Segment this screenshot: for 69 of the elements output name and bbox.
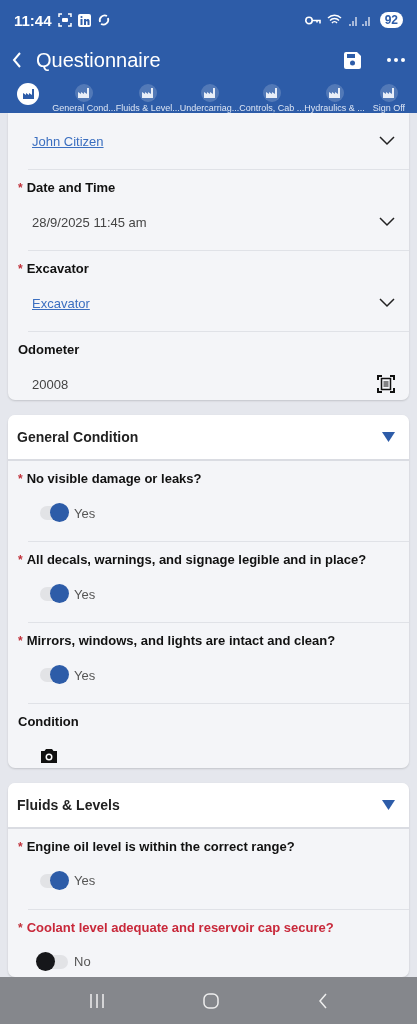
value-link[interactable]: Excavator [32,295,90,311]
required-mark: * [18,634,23,649]
step-tab[interactable] [325,84,344,102]
factory-icon [329,88,341,98]
answer-text: Yes [74,873,96,889]
back-icon[interactable] [317,992,328,1009]
required-mark: * [18,262,23,276]
camera-icon[interactable] [40,748,58,765]
triangle-icon[interactable] [382,799,395,810]
chevron-down-icon [379,136,395,146]
battery-level: 92 [379,12,403,28]
chevron-down-icon [379,217,395,227]
sync-icon [96,13,111,27]
question-label: Mirrors, windows, and lights are intact and clean? [26,633,336,649]
factory-icon [204,88,215,98]
toggle-switch[interactable] [40,668,68,683]
required-mark: * [18,553,23,568]
required-mark: * [18,472,23,487]
question-label: Condition [18,714,79,730]
step-label[interactable]: General Cond... [52,103,116,113]
step-tab[interactable] [17,83,40,105]
question-label: Coolant level adequate and reservoir cap secure? [26,919,334,935]
step-tab[interactable] [138,84,157,102]
field-label: Date and Time [26,180,116,195]
step-tab[interactable] [200,84,219,102]
scan-icon[interactable] [377,375,395,393]
chevron-down-icon [379,298,395,308]
toggle-switch[interactable] [40,506,68,521]
factory-icon [266,88,278,98]
screenshot-icon [57,13,72,27]
home-icon[interactable] [203,992,220,1009]
more-icon[interactable] [387,58,405,62]
step-label[interactable]: Controls, Cab ... [239,103,305,113]
step-label[interactable]: Fluids & Level... [115,103,180,113]
step-tab[interactable] [262,84,281,102]
field-label: Excavator [26,261,89,276]
answer-text: No [74,954,91,970]
triangle-icon[interactable] [382,432,395,443]
page-title: Questionnaire [36,48,162,72]
step-label[interactable]: Sign Off [372,103,406,113]
question-label: All decals, warnings, and signage legible and in place? [26,552,367,568]
required-mark: * [18,839,23,854]
save-icon[interactable] [344,51,361,69]
answer-text: Yes [74,667,96,683]
step-tab[interactable] [74,84,93,102]
question-label: Engine oil level is within the correct range? [26,838,295,854]
answer-text: Yes [74,505,96,521]
required-mark: * [18,920,23,935]
factory-icon [142,88,154,98]
toggle-switch[interactable] [40,873,68,888]
linkedin-icon [77,13,91,27]
clock-time: 11:44 [14,11,52,29]
wifi-icon [326,14,342,26]
answer-text: Yes [74,586,96,602]
section-title: General Condition [17,429,139,446]
value-link[interactable]: John Citizen [32,133,104,149]
factory-icon [22,89,34,99]
field-value: 28/9/2025 11:45 am [32,214,147,230]
question-label: No visible damage or leaks? [26,471,202,487]
required-mark: * [18,181,23,195]
field-value: 20008 [32,376,69,392]
field-label: Odometer [18,342,80,357]
factory-icon [383,88,395,98]
toggle-switch[interactable] [40,587,68,602]
key-icon [304,15,321,25]
factory-icon [78,88,90,98]
section-title: Fluids & Levels [17,796,120,813]
step-tab[interactable] [379,84,398,102]
step-label[interactable]: Hydraulics & ... [304,103,365,113]
